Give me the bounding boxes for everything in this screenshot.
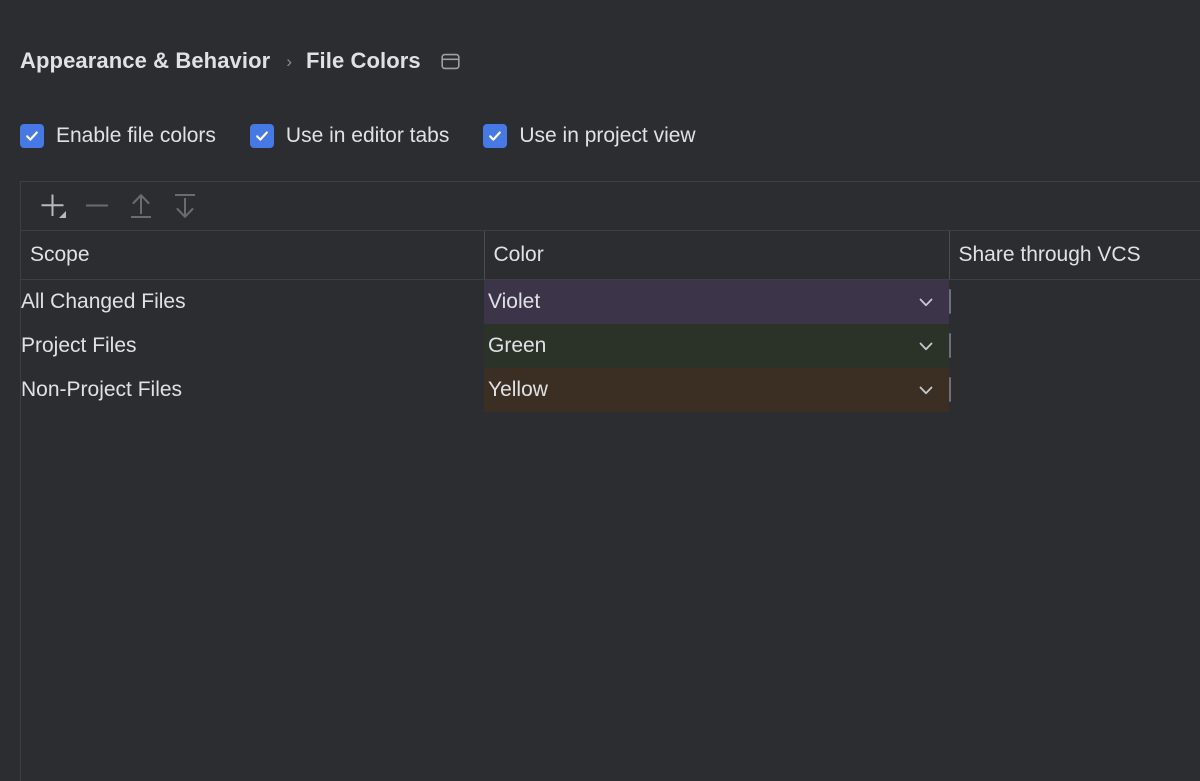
- chevron-down-icon[interactable]: [916, 336, 936, 356]
- breadcrumb-root[interactable]: Appearance & Behavior: [20, 48, 270, 74]
- option-label-use-in-editor-tabs: Use in editor tabs: [286, 124, 449, 148]
- checkbox-enable-file-colors[interactable]: [20, 124, 44, 148]
- checkbox-share-through-vcs[interactable]: [949, 289, 951, 314]
- file-colors-panel: Scope Color Share through VCS All Change…: [20, 181, 1200, 781]
- move-up-button[interactable]: [119, 184, 163, 228]
- page-title: File Colors: [306, 48, 421, 74]
- checkbox-use-in-editor-tabs[interactable]: [250, 124, 274, 148]
- option-label-use-in-project-view: Use in project view: [519, 124, 695, 148]
- column-header-scope[interactable]: Scope: [21, 231, 484, 280]
- color-combobox[interactable]: Yellow: [484, 368, 949, 412]
- cell-color[interactable]: Violet: [484, 280, 949, 325]
- table-row[interactable]: All Changed Files Violet: [21, 280, 1200, 325]
- breadcrumb: Appearance & Behavior › File Colors: [20, 44, 461, 78]
- window-panel-icon: [441, 51, 461, 71]
- color-combobox[interactable]: Green: [484, 324, 949, 368]
- option-use-in-editor-tabs[interactable]: Use in editor tabs: [250, 124, 449, 148]
- breadcrumb-separator-icon: ›: [286, 53, 292, 70]
- cell-share-through-vcs[interactable]: [949, 324, 1200, 368]
- option-enable-file-colors[interactable]: Enable file colors: [20, 124, 216, 148]
- color-combobox[interactable]: Violet: [484, 280, 949, 324]
- color-value-label: Green: [488, 334, 546, 358]
- cell-scope: Project Files: [21, 324, 484, 368]
- add-button[interactable]: [31, 184, 75, 228]
- column-header-scope-label: Scope: [21, 231, 484, 279]
- cell-color[interactable]: Green: [484, 324, 949, 368]
- table-row[interactable]: Non-Project Files Yellow: [21, 368, 1200, 412]
- checkbox-share-through-vcs[interactable]: [949, 377, 951, 402]
- table-toolbar: [21, 182, 1200, 231]
- file-colors-options: Enable file colors Use in editor tabs Us…: [20, 124, 696, 148]
- cell-color[interactable]: Yellow: [484, 368, 949, 412]
- remove-button[interactable]: [75, 184, 119, 228]
- checkbox-use-in-project-view[interactable]: [483, 124, 507, 148]
- checkbox-share-through-vcs[interactable]: [949, 333, 951, 358]
- option-label-enable-file-colors: Enable file colors: [56, 124, 216, 148]
- chevron-down-icon[interactable]: [916, 292, 936, 312]
- column-header-share-through-vcs[interactable]: Share through VCS: [949, 231, 1200, 280]
- cell-share-through-vcs[interactable]: [949, 280, 1200, 325]
- column-header-color[interactable]: Color: [484, 231, 949, 280]
- cell-scope: Non-Project Files: [21, 368, 484, 412]
- color-value-label: Yellow: [488, 378, 548, 402]
- cell-scope: All Changed Files: [21, 280, 484, 325]
- column-header-share-through-vcs-label: Share through VCS: [950, 231, 1200, 279]
- file-colors-table: Scope Color Share through VCS All Change…: [21, 231, 1200, 412]
- option-use-in-project-view[interactable]: Use in project view: [483, 124, 695, 148]
- chevron-down-icon[interactable]: [916, 380, 936, 400]
- cell-share-through-vcs[interactable]: [949, 368, 1200, 412]
- table-header-row: Scope Color Share through VCS: [21, 231, 1200, 280]
- move-down-button[interactable]: [163, 184, 207, 228]
- table-row[interactable]: Project Files Green: [21, 324, 1200, 368]
- column-header-color-label: Color: [485, 231, 949, 279]
- color-value-label: Violet: [488, 290, 540, 314]
